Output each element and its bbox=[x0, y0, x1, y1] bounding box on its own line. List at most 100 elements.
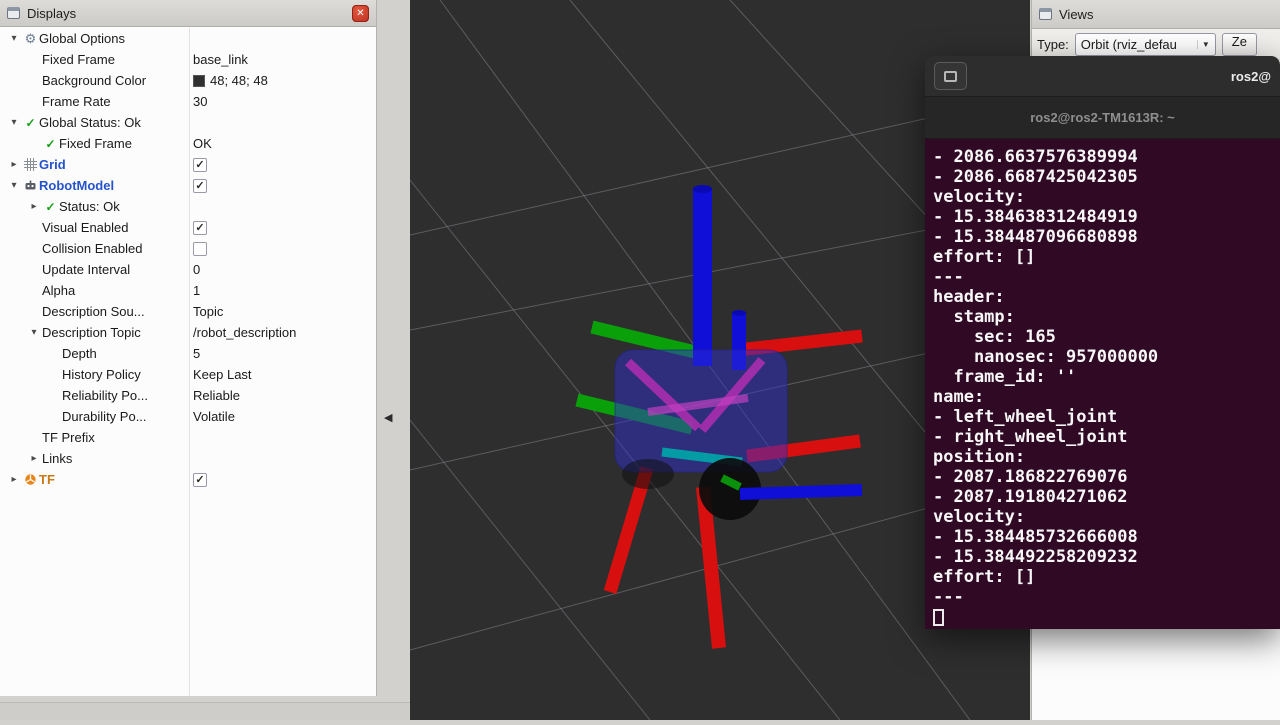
row-value[interactable] bbox=[193, 238, 374, 259]
row-value[interactable] bbox=[193, 448, 374, 469]
expander-down-icon[interactable]: ▾ bbox=[6, 180, 22, 191]
row-label: Links bbox=[42, 451, 76, 466]
displays-titlebar[interactable]: Displays ✕ bbox=[0, 0, 376, 27]
checkbox-unchecked[interactable] bbox=[193, 242, 207, 256]
value-text: 0 bbox=[193, 262, 200, 277]
tree-row-visual-enabled[interactable]: Visual Enabled✓ bbox=[0, 217, 376, 238]
row-value[interactable]: Topic bbox=[193, 301, 374, 322]
row-value[interactable]: base_link bbox=[193, 49, 374, 70]
row-value[interactable]: 1 bbox=[193, 280, 374, 301]
bottom-strip bbox=[0, 702, 410, 720]
terminal-window-title: ros2@ros2-TM1613R: ~ bbox=[1030, 110, 1175, 125]
terminal-line: velocity: bbox=[933, 507, 1280, 527]
row-value[interactable]: OK bbox=[193, 133, 374, 154]
tree-row-alpha[interactable]: Alpha 1 bbox=[0, 280, 376, 301]
view-type-select[interactable]: Orbit (rviz_defau ▼ bbox=[1075, 33, 1216, 56]
terminal-output[interactable]: - 2086.6637576389994- 2086.6687425042305… bbox=[925, 139, 1280, 629]
value-text: 1 bbox=[193, 283, 200, 298]
tree-row-fixed-frame[interactable]: ✓Fixed FrameOK bbox=[0, 133, 376, 154]
splitter-collapse-icon[interactable]: ◀ bbox=[384, 411, 392, 424]
tree-row-global-status-ok[interactable]: ▾✓Global Status: Ok bbox=[0, 112, 376, 133]
terminal-line: - 15.384485732666008 bbox=[933, 527, 1280, 547]
row-value[interactable]: 48; 48; 48 bbox=[193, 70, 374, 91]
row-value[interactable]: Reliable bbox=[193, 385, 374, 406]
row-value[interactable]: Keep Last bbox=[193, 364, 374, 385]
row-value[interactable]: ✓ bbox=[193, 154, 374, 175]
row-value[interactable]: 5 bbox=[193, 343, 374, 364]
checkbox-checked[interactable]: ✓ bbox=[193, 221, 207, 235]
tree-row-reliability-po[interactable]: Reliability Po...Reliable bbox=[0, 385, 376, 406]
terminal-tabbar[interactable]: ros2@ bbox=[925, 56, 1280, 97]
expander-right-icon[interactable]: ▸ bbox=[26, 453, 42, 464]
tree-row-description-topic[interactable]: ▾Description Topic/robot_description bbox=[0, 322, 376, 343]
tree-row-collision-enabled[interactable]: Collision Enabled bbox=[0, 238, 376, 259]
close-icon[interactable]: ✕ bbox=[352, 5, 369, 22]
terminal-line: - 2087.186822769076 bbox=[933, 467, 1280, 487]
tree-row-durability-po[interactable]: Durability Po...Volatile bbox=[0, 406, 376, 427]
row-value[interactable]: ✓ bbox=[193, 469, 374, 490]
tree-row-frame-rate[interactable]: Frame Rate 30 bbox=[0, 91, 376, 112]
check-icon: ✓ bbox=[42, 137, 59, 151]
row-value[interactable] bbox=[193, 196, 374, 217]
terminal-line: nanosec: 957000000 bbox=[933, 347, 1280, 367]
terminal-line: --- bbox=[933, 267, 1280, 287]
row-value[interactable]: ✓ bbox=[193, 217, 374, 238]
tree-row-history-policy[interactable]: History PolicyKeep Last bbox=[0, 364, 376, 385]
grid-icon bbox=[22, 158, 39, 171]
expander-down-icon[interactable]: ▾ bbox=[6, 33, 22, 44]
row-label: Description Sou... bbox=[42, 304, 149, 319]
row-value[interactable]: ✓ bbox=[193, 175, 374, 196]
views-panel-title: Views bbox=[1059, 7, 1093, 22]
tree-row-robotmodel[interactable]: ▾RobotModel✓ bbox=[0, 175, 376, 196]
tree-row-tf-prefix[interactable]: TF Prefix bbox=[0, 427, 376, 448]
expander-down-icon[interactable]: ▾ bbox=[26, 327, 42, 338]
row-label: Alpha bbox=[42, 283, 79, 298]
new-tab-button[interactable] bbox=[934, 62, 967, 90]
terminal-line: - 2087.191804271062 bbox=[933, 487, 1280, 507]
displays-panel-title: Displays bbox=[27, 6, 76, 21]
row-label: Frame Rate bbox=[42, 94, 115, 109]
color-swatch bbox=[193, 75, 205, 87]
views-titlebar[interactable]: Views bbox=[1032, 0, 1280, 29]
row-label: Global Status: Ok bbox=[39, 115, 145, 130]
row-value[interactable]: Volatile bbox=[193, 406, 374, 427]
terminal-line: sec: 165 bbox=[933, 327, 1280, 347]
tree-row-global-options[interactable]: ▾⚙Global Options bbox=[0, 28, 376, 49]
row-value[interactable] bbox=[193, 112, 374, 133]
row-label: Description Topic bbox=[42, 325, 145, 340]
row-value[interactable] bbox=[193, 427, 374, 448]
tf-icon bbox=[22, 473, 39, 486]
row-value[interactable] bbox=[193, 28, 374, 49]
row-value[interactable]: /robot_description bbox=[193, 322, 374, 343]
tree-row-grid[interactable]: ▸Grid✓ bbox=[0, 154, 376, 175]
value-text: Keep Last bbox=[193, 367, 252, 382]
checkbox-checked[interactable]: ✓ bbox=[193, 158, 207, 172]
checkbox-checked[interactable]: ✓ bbox=[193, 179, 207, 193]
tree-row-fixed-frame[interactable]: Fixed Framebase_link bbox=[0, 49, 376, 70]
tree-row-update-interval[interactable]: Update Interval0 bbox=[0, 259, 376, 280]
row-value[interactable]: 0 bbox=[193, 259, 374, 280]
expander-right-icon[interactable]: ▸ bbox=[6, 159, 22, 170]
tree-row-links[interactable]: ▸Links bbox=[0, 448, 376, 469]
terminal-line: position: bbox=[933, 447, 1280, 467]
gear-icon: ⚙ bbox=[22, 31, 39, 47]
tree-row-background-color[interactable]: Background Color48; 48; 48 bbox=[0, 70, 376, 91]
expander-down-icon[interactable]: ▾ bbox=[6, 117, 22, 128]
tree-row-description-sou[interactable]: Description Sou... Topic bbox=[0, 301, 376, 322]
expander-right-icon[interactable]: ▸ bbox=[26, 201, 42, 212]
tree-row-status-ok[interactable]: ▸✓Status: Ok bbox=[0, 196, 376, 217]
displays-tree: ▾⚙Global OptionsFixed Framebase_linkBack… bbox=[0, 28, 376, 696]
terminal-line: - right_wheel_joint bbox=[933, 427, 1280, 447]
value-text: /robot_description bbox=[193, 325, 296, 340]
row-value[interactable]: 30 bbox=[193, 91, 374, 112]
tree-row-tf[interactable]: ▸ TF ✓ bbox=[0, 469, 376, 490]
checkbox-checked[interactable]: ✓ bbox=[193, 473, 207, 487]
zero-button[interactable]: Ze bbox=[1222, 33, 1257, 56]
expander-right-icon[interactable]: ▸ bbox=[6, 474, 22, 485]
terminal-titlebar[interactable]: ros2@ros2-TM1613R: ~ bbox=[925, 97, 1280, 139]
row-label: TF bbox=[39, 472, 59, 487]
value-text: Reliable bbox=[193, 388, 240, 403]
terminal-line: - 15.384492258209232 bbox=[933, 547, 1280, 567]
tree-row-depth[interactable]: Depth5 bbox=[0, 343, 376, 364]
terminal-tab-title: ros2@ bbox=[1231, 69, 1271, 84]
